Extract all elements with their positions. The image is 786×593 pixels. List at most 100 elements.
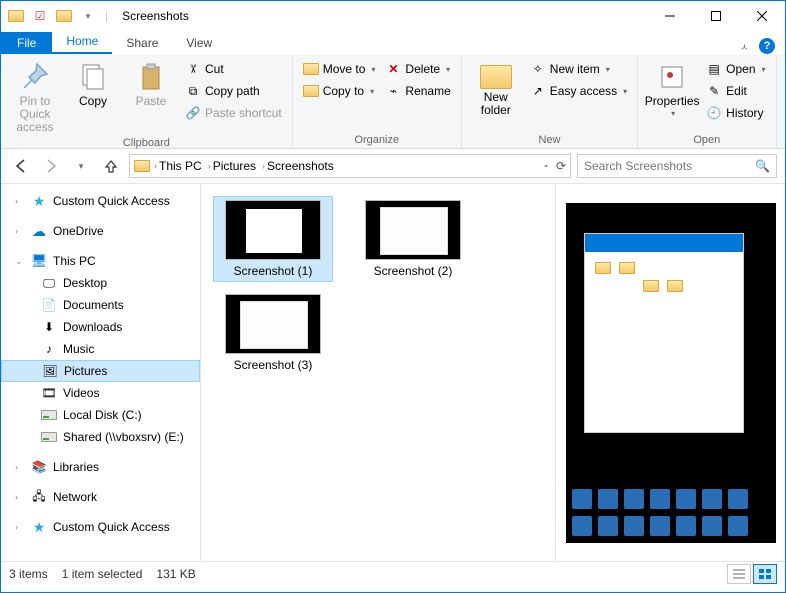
status-selected: 1 item selected	[62, 567, 143, 581]
file-list[interactable]: Screenshot (1) Screenshot (2) Screenshot…	[201, 184, 555, 561]
cut-icon: ✂	[185, 61, 201, 77]
copy-label: Copy	[79, 95, 107, 108]
clipboard-group-label: Clipboard	[7, 135, 286, 151]
edit-button[interactable]: ✎Edit	[702, 81, 769, 101]
ribbon-collapse-icon[interactable]: ㅅ	[740, 39, 749, 54]
music-icon: ♪	[41, 341, 57, 357]
status-item-count: 3 items	[9, 567, 48, 581]
properties-label: Properties	[645, 95, 700, 108]
crumb-screenshots[interactable]: Screenshots	[267, 159, 334, 173]
navigation-row: ▾ ›This PC ›Pictures ›Screenshots ⌄ ⟳ Se…	[1, 149, 785, 183]
tree-music[interactable]: ♪Music	[1, 338, 200, 360]
documents-icon: 📄	[41, 297, 57, 313]
crumb-thispc[interactable]: This PC	[159, 159, 202, 173]
file-item[interactable]: Screenshot (2)	[353, 196, 473, 282]
paste-button[interactable]: Paste	[123, 57, 179, 108]
navigation-pane[interactable]: ›★Custom Quick Access ›☁OneDrive ⌄🖥This …	[1, 184, 201, 561]
folder-icon	[5, 5, 27, 27]
up-button[interactable]	[99, 154, 123, 178]
refresh-icon[interactable]: ⟳	[556, 159, 566, 173]
tree-shared[interactable]: Shared (\\vboxsrv) (E:)	[1, 426, 200, 448]
search-input[interactable]: Search Screenshots 🔍	[577, 154, 777, 178]
close-button[interactable]	[739, 1, 785, 31]
copy-icon	[77, 61, 109, 93]
crumb-pictures[interactable]: Pictures	[213, 159, 256, 173]
move-to-button[interactable]: Move to▾	[299, 59, 380, 79]
tree-downloads[interactable]: ⬇Downloads	[1, 316, 200, 338]
netdrive-icon	[41, 429, 57, 445]
tree-pictures[interactable]: 🖼Pictures	[1, 360, 200, 382]
minimize-button[interactable]	[647, 1, 693, 31]
tree-thispc[interactable]: ⌄🖥This PC	[1, 250, 200, 272]
copy-path-button[interactable]: ⧉Copy path	[181, 81, 286, 101]
downloads-icon: ⬇	[41, 319, 57, 335]
tree-custom-quick-access-2[interactable]: ›★Custom Quick Access	[1, 516, 200, 538]
title-bar: ☑ ▾ | Screenshots	[1, 1, 785, 31]
organize-group-label: Organize	[299, 132, 455, 148]
window-title: Screenshots	[122, 9, 189, 23]
status-size: 131 KB	[156, 567, 195, 581]
qat-newfolder-icon[interactable]	[53, 5, 75, 27]
paste-shortcut-button[interactable]: 🔗Paste shortcut	[181, 103, 286, 123]
thumbnail	[225, 200, 321, 260]
tab-view[interactable]: View	[172, 32, 226, 54]
tree-network[interactable]: ›🖧Network	[1, 486, 200, 508]
properties-button[interactable]: Properties ▾	[644, 57, 700, 119]
forward-button[interactable]	[39, 154, 63, 178]
paste-shortcut-icon: 🔗	[185, 105, 201, 121]
recent-dropdown[interactable]: ▾	[69, 154, 93, 178]
tree-libraries[interactable]: ›📚Libraries	[1, 456, 200, 478]
tree-custom-quick-access[interactable]: ›★Custom Quick Access	[1, 190, 200, 212]
easy-access-icon: ↗	[530, 83, 546, 99]
copy-button[interactable]: Copy	[65, 57, 121, 108]
address-dropdown-icon[interactable]: ⌄	[542, 159, 550, 173]
easy-access-button[interactable]: ↗Easy access▾	[526, 81, 631, 101]
tree-desktop[interactable]: 🖵Desktop	[1, 272, 200, 294]
tab-home[interactable]: Home	[52, 30, 112, 54]
videos-icon: 🎞	[41, 385, 57, 401]
qat-dropdown-icon[interactable]: ▾	[77, 5, 99, 27]
tree-documents[interactable]: 📄Documents	[1, 294, 200, 316]
delete-button[interactable]: ✕Delete▾	[381, 59, 454, 79]
tree-localdisk[interactable]: Local Disk (C:)	[1, 404, 200, 426]
file-item[interactable]: Screenshot (1)	[213, 196, 333, 282]
rename-button[interactable]: ⌁Rename	[381, 81, 454, 101]
chevron-down-icon: ▾	[370, 87, 374, 96]
history-button[interactable]: 🕘History	[702, 103, 769, 123]
star-icon: ★	[31, 193, 47, 209]
tree-videos[interactable]: 🎞Videos	[1, 382, 200, 404]
star-icon: ★	[31, 519, 47, 535]
help-icon[interactable]: ?	[759, 38, 775, 54]
back-button[interactable]	[9, 154, 33, 178]
select-group-label: Select	[783, 132, 786, 148]
tree-onedrive[interactable]: ›☁OneDrive	[1, 220, 200, 242]
ribbon-group-select: ⊞Select all ⊟Select none ⊡Invert selecti…	[777, 55, 786, 148]
address-bar[interactable]: ›This PC ›Pictures ›Screenshots ⌄ ⟳	[129, 154, 571, 178]
tab-share[interactable]: Share	[112, 32, 172, 54]
qat-properties-icon[interactable]: ☑	[29, 5, 51, 27]
thumbnail	[225, 294, 321, 354]
pictures-icon: 🖼	[42, 363, 58, 379]
thumbnails-view-button[interactable]	[753, 564, 777, 584]
window-controls	[647, 1, 785, 31]
search-icon: 🔍	[755, 159, 770, 173]
invert-selection-button[interactable]: ⊡Invert selection	[783, 103, 786, 123]
chevron-down-icon: ▾	[671, 110, 675, 119]
breadcrumb-folder-icon	[134, 160, 150, 172]
select-none-button[interactable]: ⊟Select none	[783, 81, 786, 101]
file-item[interactable]: Screenshot (3)	[213, 290, 333, 376]
maximize-button[interactable]	[693, 1, 739, 31]
select-all-button[interactable]: ⊞Select all	[783, 59, 786, 79]
open-button[interactable]: ▤Open▾	[702, 59, 769, 79]
delete-icon: ✕	[385, 61, 401, 77]
new-item-button[interactable]: ✧New item▾	[526, 59, 631, 79]
cut-button[interactable]: ✂Cut	[181, 59, 286, 79]
open-group-label: Open	[644, 132, 769, 148]
chevron-down-icon: ▾	[371, 65, 375, 74]
details-view-button[interactable]	[727, 564, 751, 584]
new-folder-button[interactable]: New folder	[468, 57, 524, 117]
pin-quick-access-button[interactable]: Pin to Quick access	[7, 57, 63, 135]
tab-file[interactable]: File	[1, 32, 52, 54]
copy-to-button[interactable]: Copy to▾	[299, 81, 380, 101]
chevron-down-icon: ▾	[762, 65, 766, 74]
